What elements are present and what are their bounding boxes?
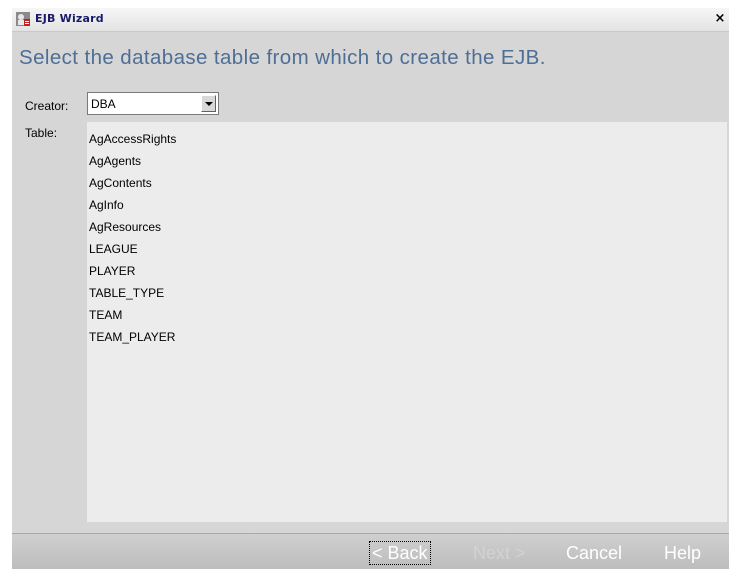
table-list-item[interactable]: TABLE_TYPE (87, 282, 727, 304)
window-title: EJB Wizard (35, 12, 104, 25)
app-icon (15, 11, 31, 27)
table-list-item[interactable]: TEAM (87, 304, 727, 326)
title-bar[interactable]: EJB Wizard × (12, 8, 729, 32)
table-label: Table: (25, 126, 58, 140)
table-list-item[interactable]: AgAgents (87, 150, 727, 172)
creator-select-value: DBA (91, 97, 116, 111)
table-list-item[interactable]: AgInfo (87, 194, 727, 216)
table-list-item[interactable]: AgResources (87, 216, 727, 238)
back-button[interactable]: < Back (369, 541, 431, 565)
button-bar: < Back Next > Cancel Help (12, 533, 729, 569)
table-list-item[interactable]: PLAYER (87, 260, 727, 282)
page-heading: Select the database table from which to … (19, 46, 546, 69)
table-list-item[interactable]: LEAGUE (87, 238, 727, 260)
chevron-down-icon (205, 102, 213, 106)
creator-label: Creator: (25, 99, 69, 113)
dropdown-button[interactable] (201, 95, 216, 112)
table-list-item[interactable]: AgContents (87, 172, 727, 194)
table-list-item[interactable]: AgAccessRights (87, 128, 727, 150)
creator-select[interactable]: DBA (87, 92, 219, 115)
help-button[interactable]: Help (662, 541, 703, 565)
ejb-wizard-window: EJB Wizard × Select the database table f… (11, 7, 729, 569)
next-button[interactable]: Next > (471, 541, 528, 565)
table-list[interactable]: AgAccessRights AgAgents AgContents AgInf… (87, 122, 727, 522)
close-icon[interactable]: × (713, 11, 727, 26)
cancel-button[interactable]: Cancel (564, 541, 624, 565)
table-list-item[interactable]: TEAM_PLAYER (87, 326, 727, 348)
